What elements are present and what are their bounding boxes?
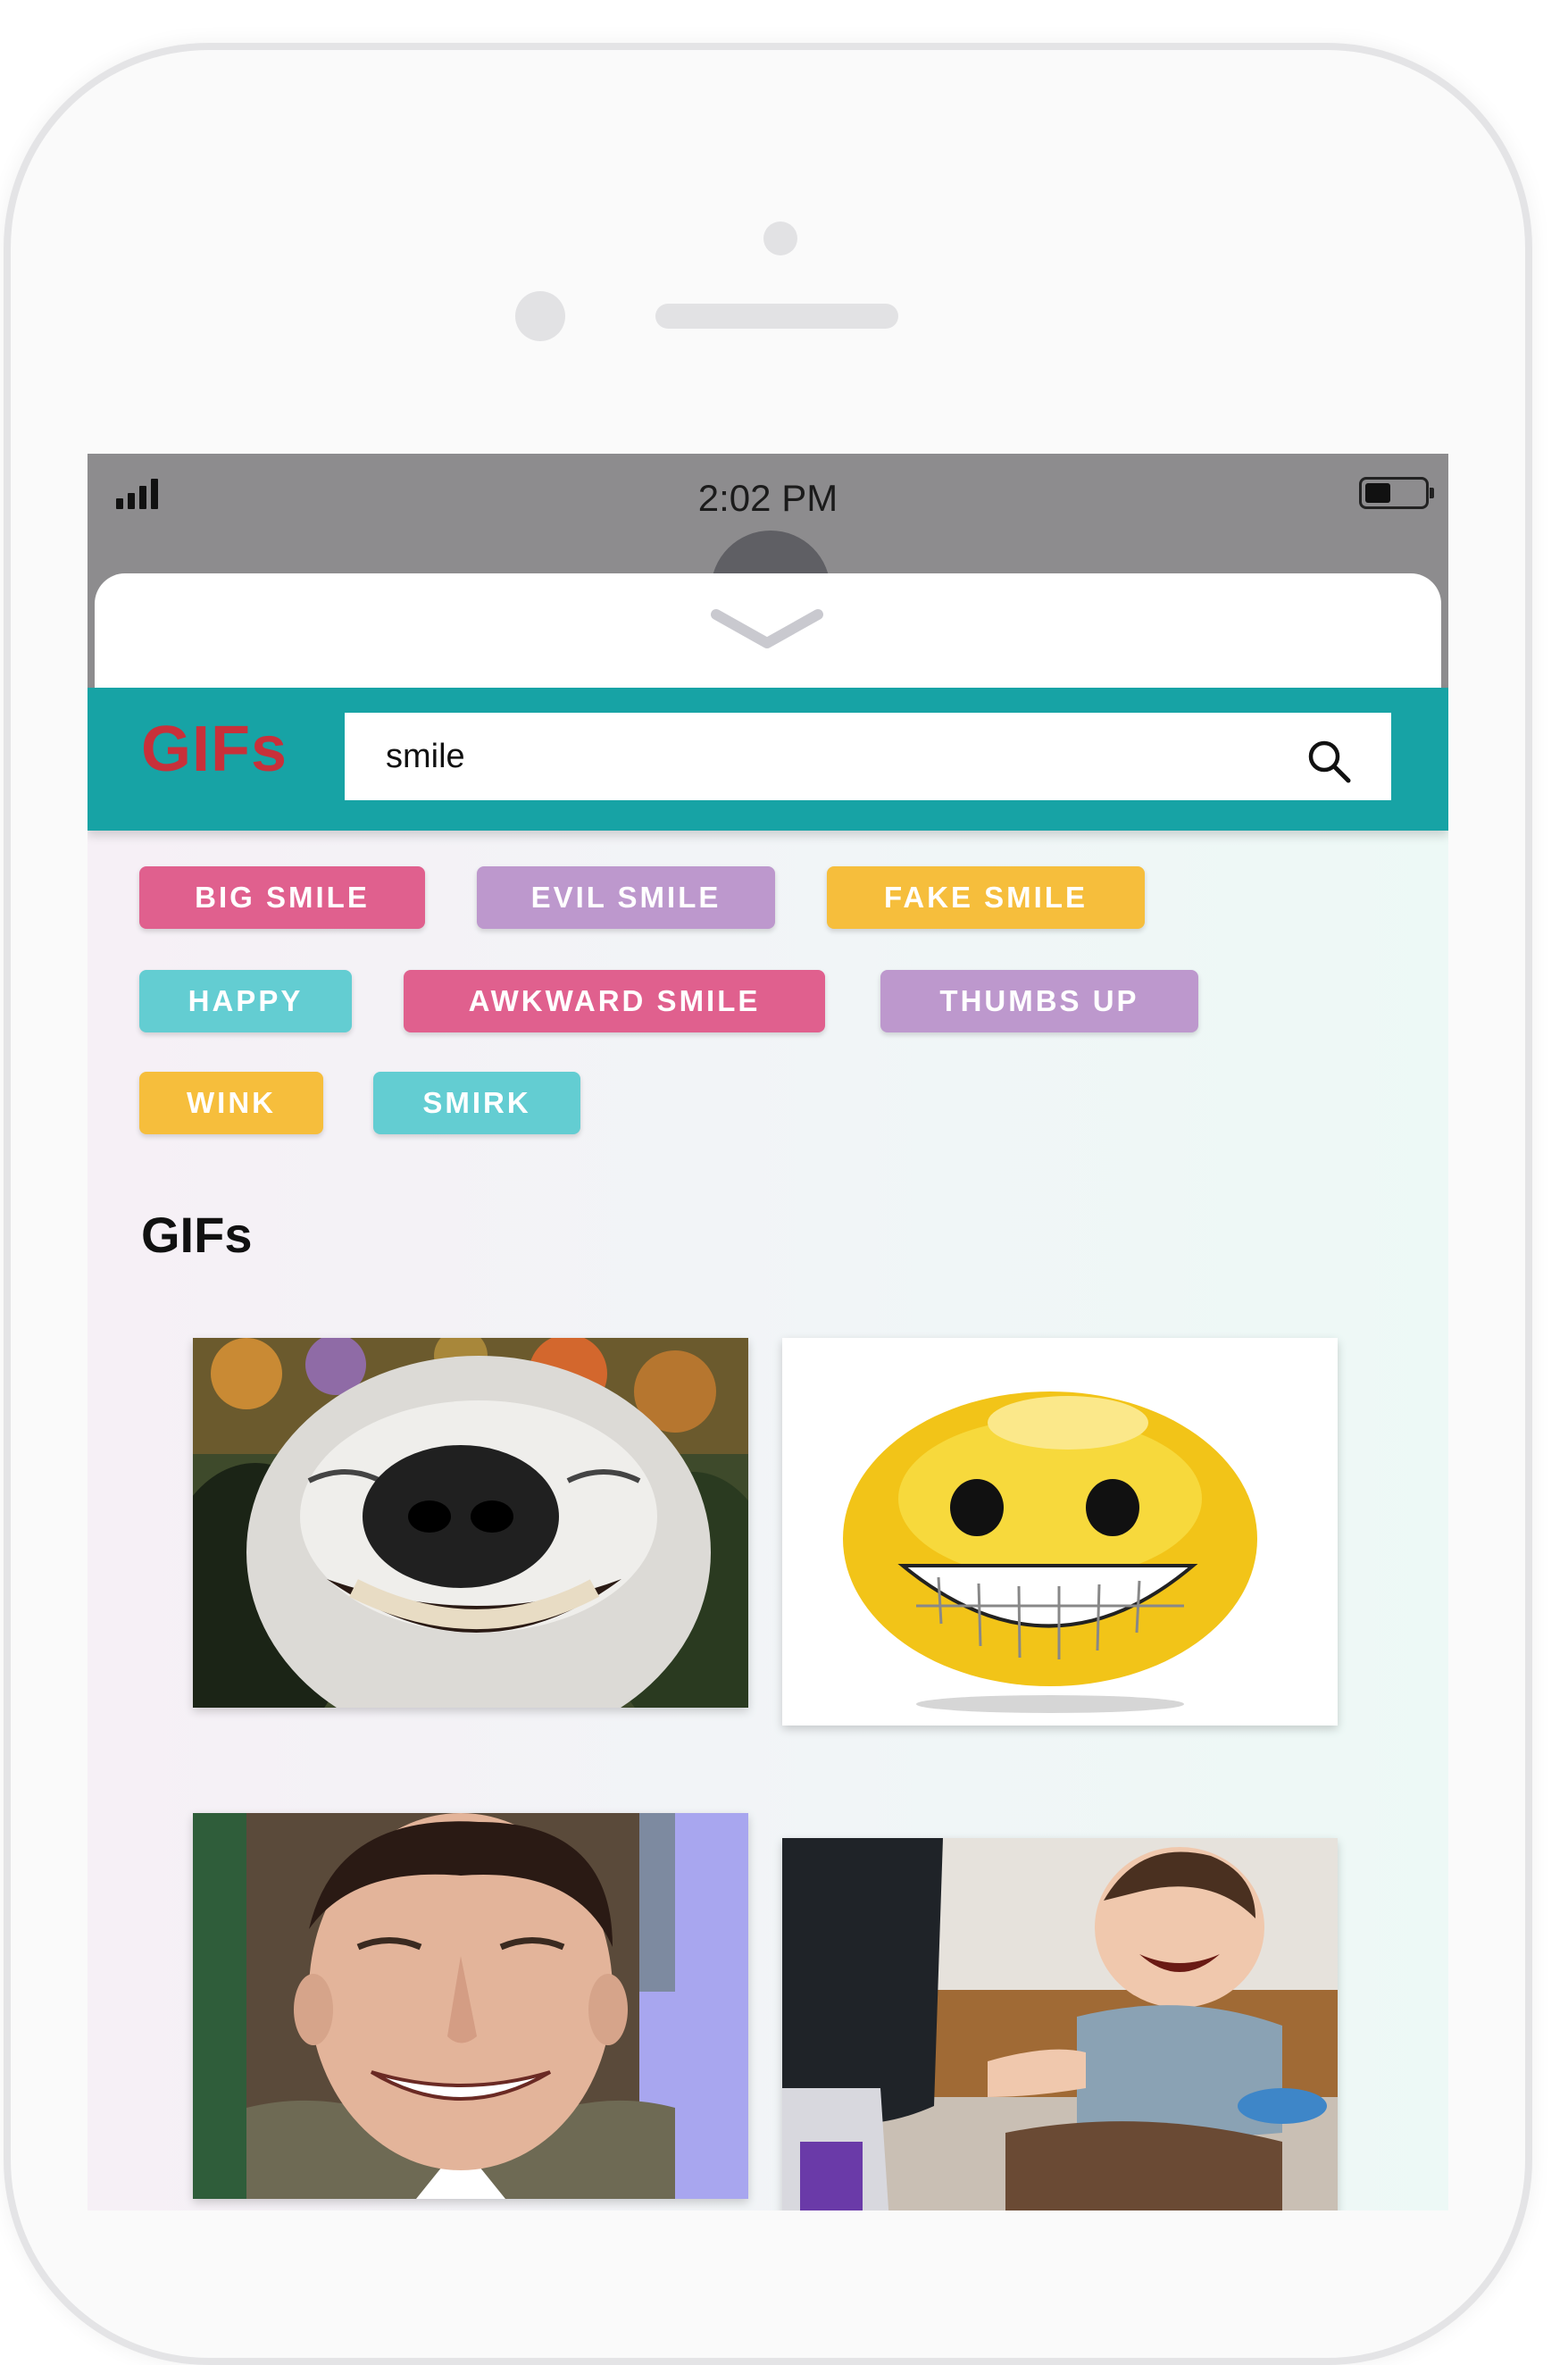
chip-smirk[interactable]: SMIRK bbox=[373, 1072, 580, 1134]
phone-screen: 2:02 PM GIFs smile BIG SMILE EVIL SMILE … bbox=[88, 454, 1448, 2210]
gif-tile-toddler[interactable] bbox=[782, 1838, 1338, 2210]
chip-awkward-smile[interactable]: AWKWARD SMILE bbox=[404, 970, 825, 1032]
search-icon[interactable] bbox=[1304, 736, 1354, 786]
search-query: smile bbox=[386, 738, 465, 775]
results-panel: BIG SMILE EVIL SMILE FAKE SMILE HAPPY AW… bbox=[88, 831, 1448, 2210]
status-bar: 2:02 PM bbox=[88, 454, 1448, 525]
chip-evil-smile[interactable]: EVIL SMILE bbox=[477, 866, 775, 929]
chip-fake-smile[interactable]: FAKE SMILE bbox=[827, 866, 1145, 929]
gif-header: GIFs smile bbox=[88, 688, 1448, 831]
status-time: 2:02 PM bbox=[697, 477, 838, 519]
man-image bbox=[193, 1813, 748, 2199]
emoji-image bbox=[782, 1338, 1338, 1726]
proximity-sensor bbox=[515, 291, 565, 341]
toddler-image bbox=[782, 1838, 1338, 2210]
gif-tile-emoji[interactable] bbox=[782, 1338, 1338, 1726]
chip-happy[interactable]: HAPPY bbox=[139, 970, 352, 1032]
chip-wink[interactable]: WINK bbox=[139, 1072, 323, 1134]
chip-thumbs-up[interactable]: THUMBS UP bbox=[880, 970, 1198, 1032]
chevron-down-icon[interactable] bbox=[709, 604, 825, 657]
dog-image bbox=[193, 1338, 748, 1708]
earpiece-speaker bbox=[655, 304, 898, 329]
search-input[interactable]: smile bbox=[345, 713, 1391, 800]
section-title: GIFs bbox=[141, 1207, 253, 1263]
gif-tile-dog[interactable] bbox=[193, 1338, 748, 1708]
front-camera bbox=[763, 221, 797, 255]
gif-tile-man[interactable] bbox=[193, 1813, 748, 2199]
chip-big-smile[interactable]: BIG SMILE bbox=[139, 866, 425, 929]
battery-icon bbox=[1359, 477, 1434, 509]
brand-title: GIFs bbox=[141, 714, 288, 785]
